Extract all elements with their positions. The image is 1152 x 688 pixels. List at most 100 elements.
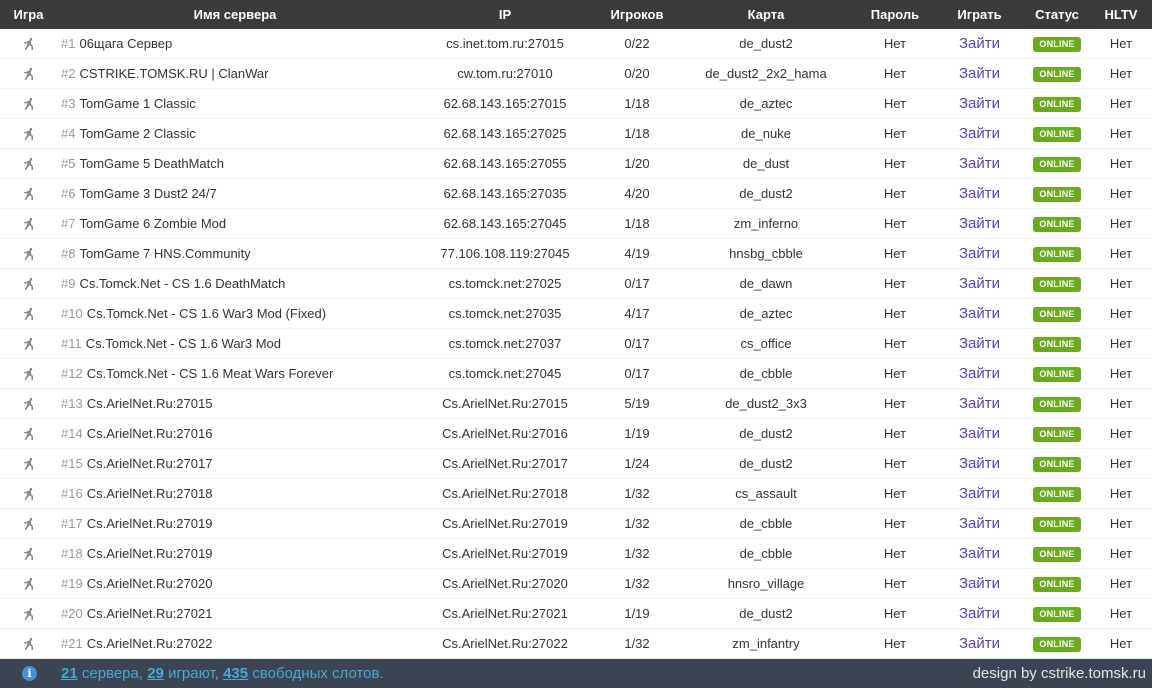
free-slots-count-link[interactable]: 435 [223,665,248,682]
table-row: #16 Cs.ArielNet.Ru:27018 Cs.ArielNet.Ru:27… [0,479,1152,509]
game-cell [0,396,57,412]
join-server-link[interactable]: Зайти [959,305,1000,322]
server-players: 0/17 [624,276,650,291]
server-name: Cs.ArielNet.Ru:27019 [86,546,213,561]
table-row: #11 Cs.Tomck.Net - CS 1.6 War3 Mod cs.tomc… [0,329,1152,359]
counter-strike-icon [22,517,36,531]
join-server-link[interactable]: Зайти [959,335,1000,352]
join-server-link[interactable]: Зайти [959,365,1000,382]
status-badge: ONLINE [1033,337,1081,352]
footer-bar: i 21 сервера, 29 играют, 435 свободных с… [0,659,1152,688]
server-ip: 62.68.143.165:27015 [443,96,567,111]
game-cell [0,36,57,52]
server-ip: Cs.ArielNet.Ru:27017 [442,456,568,471]
join-server-link[interactable]: Зайти [959,125,1000,142]
join-server-link[interactable]: Зайти [959,275,1000,292]
join-server-link[interactable]: Зайти [959,35,1000,52]
server-name-cell: #13 Cs.ArielNet.Ru:27015 [57,396,413,411]
server-hltv: Нет [1109,576,1133,591]
table-row: #18 Cs.ArielNet.Ru:27019 Cs.ArielNet.Ru:27… [0,539,1152,569]
join-server-link[interactable]: Зайти [959,545,1000,562]
server-players: 1/32 [624,636,650,651]
counter-strike-icon [22,487,36,501]
join-server-link[interactable]: Зайти [959,95,1000,112]
counter-strike-icon [22,577,36,591]
server-name: TomGame 2 Classic [79,126,196,141]
join-server-link[interactable]: Зайти [959,455,1000,472]
server-players: 4/19 [624,246,650,261]
join-server-link[interactable]: Зайти [959,245,1000,262]
server-ip: Cs.ArielNet.Ru:27016 [442,426,568,441]
server-name: Cs.Tomck.Net - CS 1.6 DeathMatch [79,276,286,291]
server-password: Нет [883,36,907,51]
playing-count-link[interactable]: 29 [147,665,164,682]
server-name: CSTRIKE.TOMSK.RU | ClanWar [79,66,269,81]
server-players: 4/20 [624,186,650,201]
server-players: 1/24 [624,456,650,471]
free-slots-word: свободных слотов. [252,665,384,682]
server-name-cell: #5 TomGame 5 DeathMatch [57,156,413,171]
server-hltv: Нет [1109,456,1133,471]
join-server-link[interactable]: Зайти [959,395,1000,412]
join-server-link[interactable]: Зайти [959,65,1000,82]
table-row: #9 Cs.Tomck.Net - CS 1.6 DeathMatch cs.tom… [0,269,1152,299]
counter-strike-icon [22,217,36,231]
table-header: Игра Имя сервера IP Игроков Карта Пароль… [0,0,1152,29]
table-row: #20 Cs.ArielNet.Ru:27021 Cs.ArielNet.Ru:27… [0,599,1152,629]
server-number: #13 [61,396,83,411]
join-server-link[interactable]: Зайти [959,425,1000,442]
server-map: zm_inferno [733,216,799,231]
join-server-link[interactable]: Зайти [959,635,1000,652]
server-number: #2 [61,66,76,81]
game-cell [0,486,57,502]
server-password: Нет [883,636,907,651]
server-ip: cs.tomck.net:27025 [448,276,562,291]
server-players: 1/32 [624,516,650,531]
server-number: #4 [61,126,76,141]
server-password: Нет [883,606,907,621]
join-server-link[interactable]: Зайти [959,515,1000,532]
status-badge: ONLINE [1033,37,1081,52]
server-map: de_dust2 [739,426,793,441]
server-map: de_dust2 [739,456,793,471]
status-badge: ONLINE [1033,67,1081,82]
table-row: #19 Cs.ArielNet.Ru:27020 Cs.ArielNet.Ru:27… [0,569,1152,599]
server-password: Нет [883,396,907,411]
server-hltv: Нет [1109,486,1133,501]
server-name: Cs.ArielNet.Ru:27020 [86,576,213,591]
counter-strike-icon [22,637,36,651]
table-row: #4 TomGame 2 Classic 62.68.143.165:27025 1/… [0,119,1152,149]
join-server-link[interactable]: Зайти [959,605,1000,622]
server-ip: 62.68.143.165:27055 [443,156,567,171]
join-server-link[interactable]: Зайти [959,185,1000,202]
server-ip: Cs.ArielNet.Ru:27022 [442,636,568,651]
server-hltv: Нет [1109,426,1133,441]
server-hltv: Нет [1109,186,1133,201]
join-server-link[interactable]: Зайти [959,575,1000,592]
server-number: #20 [61,606,83,621]
server-number: #14 [61,426,83,441]
servers-count-link[interactable]: 21 [61,665,78,682]
server-hltv: Нет [1109,306,1133,321]
server-hltv: Нет [1109,156,1133,171]
counter-strike-icon [22,307,36,321]
server-name-cell: #8 TomGame 7 HNS.Community [57,246,413,261]
join-server-link[interactable]: Зайти [959,485,1000,502]
server-list: #1 06щага Сервер cs.inet.tom.ru:27015 0/22 d… [0,29,1152,659]
server-number: #15 [61,456,83,471]
server-map: cs_office [740,336,792,351]
server-name-cell: #7 TomGame 6 Zombie Mod [57,216,413,231]
server-number: #5 [61,156,76,171]
server-hltv: Нет [1109,366,1133,381]
status-badge: ONLINE [1033,307,1081,322]
join-server-link[interactable]: Зайти [959,155,1000,172]
server-password: Нет [883,576,907,591]
join-server-link[interactable]: Зайти [959,215,1000,232]
server-name: Cs.ArielNet.Ru:27019 [86,516,213,531]
server-password: Нет [883,516,907,531]
counter-strike-icon [22,187,36,201]
server-map: hnsbg_cbble [729,246,803,261]
server-number: #12 [61,366,83,381]
game-cell [0,606,57,622]
server-players: 1/32 [624,486,650,501]
